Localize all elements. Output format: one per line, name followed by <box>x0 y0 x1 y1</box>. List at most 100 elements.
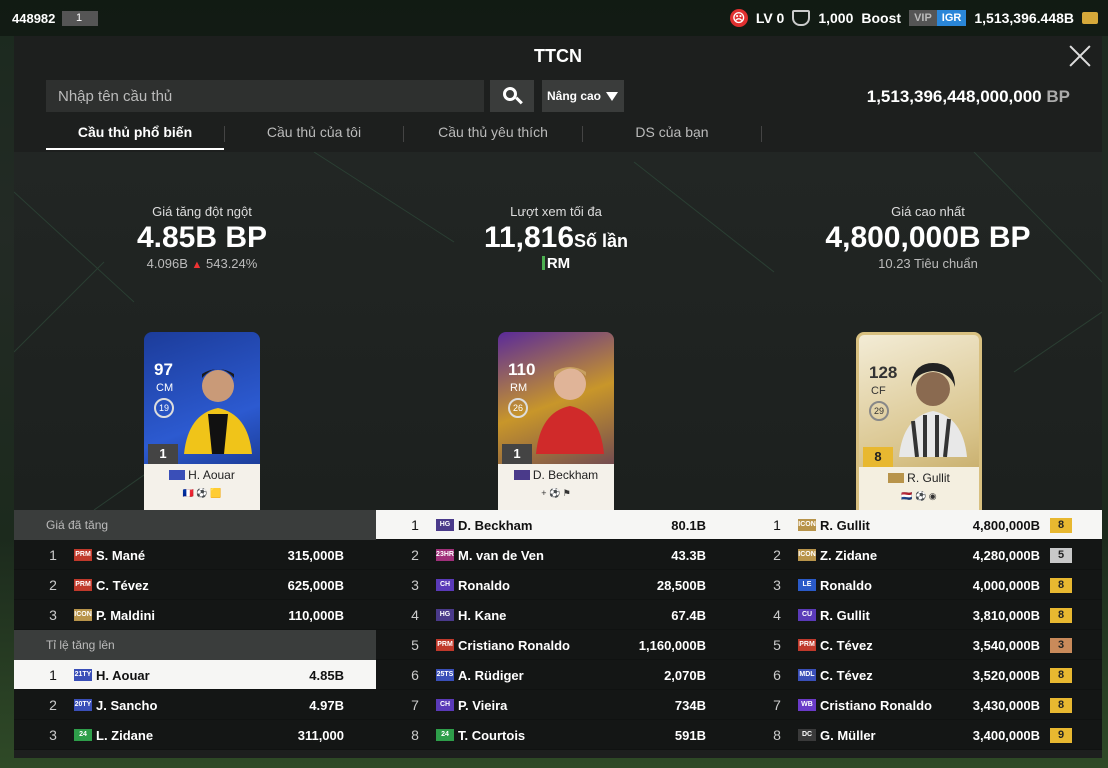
tab-your-list[interactable]: DS của bạn <box>583 124 761 150</box>
table-row[interactable]: 2 ICON Z. Zidane 4,280,000B 5 <box>738 540 1102 570</box>
advanced-filter-select[interactable]: Nâng cao <box>542 80 624 112</box>
season-badge-icon: CU <box>798 609 816 621</box>
season-badge-icon: PRM <box>74 549 92 561</box>
table-row[interactable]: 2 23HR M. van de Ven 43.3B <box>376 540 738 570</box>
table-row[interactable]: 3 ICON P. Maldini 110,000B <box>14 600 376 630</box>
player-value: 3,810,000B <box>972 608 1040 623</box>
table-row[interactable]: 7 WB Cristiano Ronaldo 3,430,000B 8 <box>738 690 1102 720</box>
grade-badge: 9 <box>1050 728 1072 743</box>
player-name: Ronaldo <box>820 578 872 593</box>
player-value: 4,280,000B <box>972 548 1040 563</box>
rankings-tables: Giá đã tăng 1 PRM S. Mané 315,000B 2 PRM C. Tév… <box>14 510 1102 758</box>
player-name: H. Aouar <box>96 668 150 683</box>
row-rank: 3 <box>773 577 781 593</box>
table-row[interactable]: 3 CH Ronaldo 28,500B <box>376 570 738 600</box>
igr-badge[interactable]: IGR <box>936 10 967 26</box>
tab-favorite-players[interactable]: Cầu thủ yêu thích <box>404 124 582 150</box>
row-rank: 2 <box>773 547 781 563</box>
close-button[interactable] <box>1066 42 1094 70</box>
player-name: M. van de Ven <box>458 548 544 563</box>
surge-prev: 4.096B <box>146 256 188 271</box>
table-row[interactable]: 1 HG D. Beckham 80.1B <box>376 510 738 540</box>
season-badge-icon: ICON <box>74 609 92 621</box>
row-rank: 6 <box>773 667 781 683</box>
tab-popular-players[interactable]: Cầu thủ phổ biến <box>46 124 224 150</box>
table-row[interactable]: 5 PRM C. Tévez 3,540,000B 3 <box>738 630 1102 660</box>
price-increase-column: Giá đã tăng 1 PRM S. Mané 315,000B 2 PRM C. Tév… <box>14 510 376 758</box>
table-row[interactable]: 6 25TS A. Rüdiger 2,070B <box>376 660 738 690</box>
transfer-market-panel: TTCN Nâng cao 1,513,396,448,000,000 BP C… <box>14 36 1102 758</box>
grade-badge: 8 <box>1050 608 1072 623</box>
highlights-section: Giá tăng đột ngột 4.85B BP 4.096B ▲ 543.… <box>14 152 1102 510</box>
player-name: Cristiano Ronaldo <box>458 638 570 653</box>
season-badge-icon: CH <box>436 699 454 711</box>
table-row[interactable]: 8 DC G. Müller 3,400,000B 9 <box>738 720 1102 750</box>
player-value: 110,000B <box>288 608 344 623</box>
table-row[interactable]: 1 PRM S. Mané 315,000B <box>14 540 376 570</box>
player-value: 315,000B <box>287 548 344 563</box>
row-rank: 7 <box>773 697 781 713</box>
bp-coin-icon <box>1082 12 1098 24</box>
search-button[interactable] <box>490 80 534 112</box>
player-portrait <box>899 363 967 457</box>
grade-badge: 8 <box>1050 578 1072 593</box>
player-name: J. Sancho <box>96 698 158 713</box>
grade-badge: 8 <box>1050 668 1072 683</box>
table-row[interactable]: 4 HG H. Kane 67.4B <box>376 600 738 630</box>
table-row[interactable]: 7 CH P. Vieira 734B <box>376 690 738 720</box>
grade-badge: 8 <box>1050 518 1072 533</box>
stat-top-price: Giá cao nhất 4,800,000B BP 10.23 Tiêu ch… <box>825 204 1031 271</box>
player-card-aouar[interactable]: 97 CM 19 1 H. Aouar 🇫🇷 ⚽ 🟨 <box>144 332 260 510</box>
search-input[interactable] <box>46 80 484 112</box>
player-value: 4.97B <box>309 698 344 713</box>
shield-icon <box>792 10 811 26</box>
table-row[interactable]: 2 PRM C. Tévez 625,000B <box>14 570 376 600</box>
views-value: 11,816 <box>483 221 575 254</box>
table-row[interactable]: 2 20TY J. Sancho 4.97B <box>14 690 376 720</box>
player-value: 43.3B <box>671 548 706 563</box>
table-row[interactable]: 5 PRM Cristiano Ronaldo 1,160,000B <box>376 630 738 660</box>
views-unit: Số lần <box>574 231 629 251</box>
row-rank: 4 <box>773 607 781 623</box>
season-badge-icon: PRM <box>798 639 816 651</box>
table-row[interactable]: 4 CU R. Gullit 3,810,000B 8 <box>738 600 1102 630</box>
player-name: S. Mané <box>96 548 146 563</box>
bp-total-value: 1,513,396,448,000,000 <box>866 87 1042 106</box>
grade-badge: 8 <box>1050 698 1072 713</box>
table-row[interactable]: 1 ICON R. Gullit 4,800,000B 8 <box>738 510 1102 540</box>
top-status-bar: 448982 1 ☹ LV 0 1,000 Boost VIP IGR 1,51… <box>0 0 1108 36</box>
player-name: C. Tévez <box>96 578 149 593</box>
player-name: P. Vieira <box>458 698 508 713</box>
vip-badge[interactable]: VIP <box>909 10 937 26</box>
player-name: R. Gullit <box>820 518 870 533</box>
row-rank: 2 <box>49 577 57 593</box>
row-rank: 3 <box>49 727 57 743</box>
player-value: 4,800,000B <box>972 518 1040 533</box>
row-rank: 1 <box>49 667 57 683</box>
player-value: 67.4B <box>671 608 706 623</box>
player-name: C. Tévez <box>820 638 873 653</box>
player-card-beckham[interactable]: 110 RM 26 1 D. Beckham + ⚽ ⚑ <box>498 332 614 510</box>
table-row[interactable]: 6 MDL C. Tévez 3,520,000B 8 <box>738 660 1102 690</box>
table-row[interactable]: 3 24 L. Zidane 311,000 <box>14 720 376 750</box>
table-row[interactable]: 3 LE Ronaldo 4,000,000B 8 <box>738 570 1102 600</box>
season-badge-icon: HG <box>436 519 454 531</box>
player-card-gullit[interactable]: 128 CF 29 8 R. Gullit 🇳🇱 ⚽ ◉ <box>856 332 982 510</box>
level-text: LV 0 <box>755 10 785 26</box>
season-badge-icon: ICON <box>798 549 816 561</box>
season-badge-icon: 20TY <box>74 699 92 711</box>
player-portrait <box>536 367 604 454</box>
table-row[interactable]: 8 24 T. Courtois 591B <box>376 720 738 750</box>
player-value: 3,540,000B <box>972 638 1040 653</box>
user-badge: 1 <box>62 11 98 26</box>
season-badge-icon: LE <box>798 579 816 591</box>
table-row[interactable]: 1 21TY H. Aouar 4.85B <box>14 660 376 690</box>
row-rank: 1 <box>49 547 57 563</box>
player-value: 3,430,000B <box>972 698 1040 713</box>
tab-my-players[interactable]: Cầu thủ của tôi <box>225 124 403 150</box>
status-right: ☹ LV 0 1,000 Boost VIP IGR 1,513,396.448… <box>729 9 1098 27</box>
arrow-up-icon: ▲ <box>191 259 203 271</box>
season-icon <box>513 470 530 480</box>
boost-label[interactable]: Boost <box>861 10 901 26</box>
player-name: P. Maldini <box>96 608 155 623</box>
